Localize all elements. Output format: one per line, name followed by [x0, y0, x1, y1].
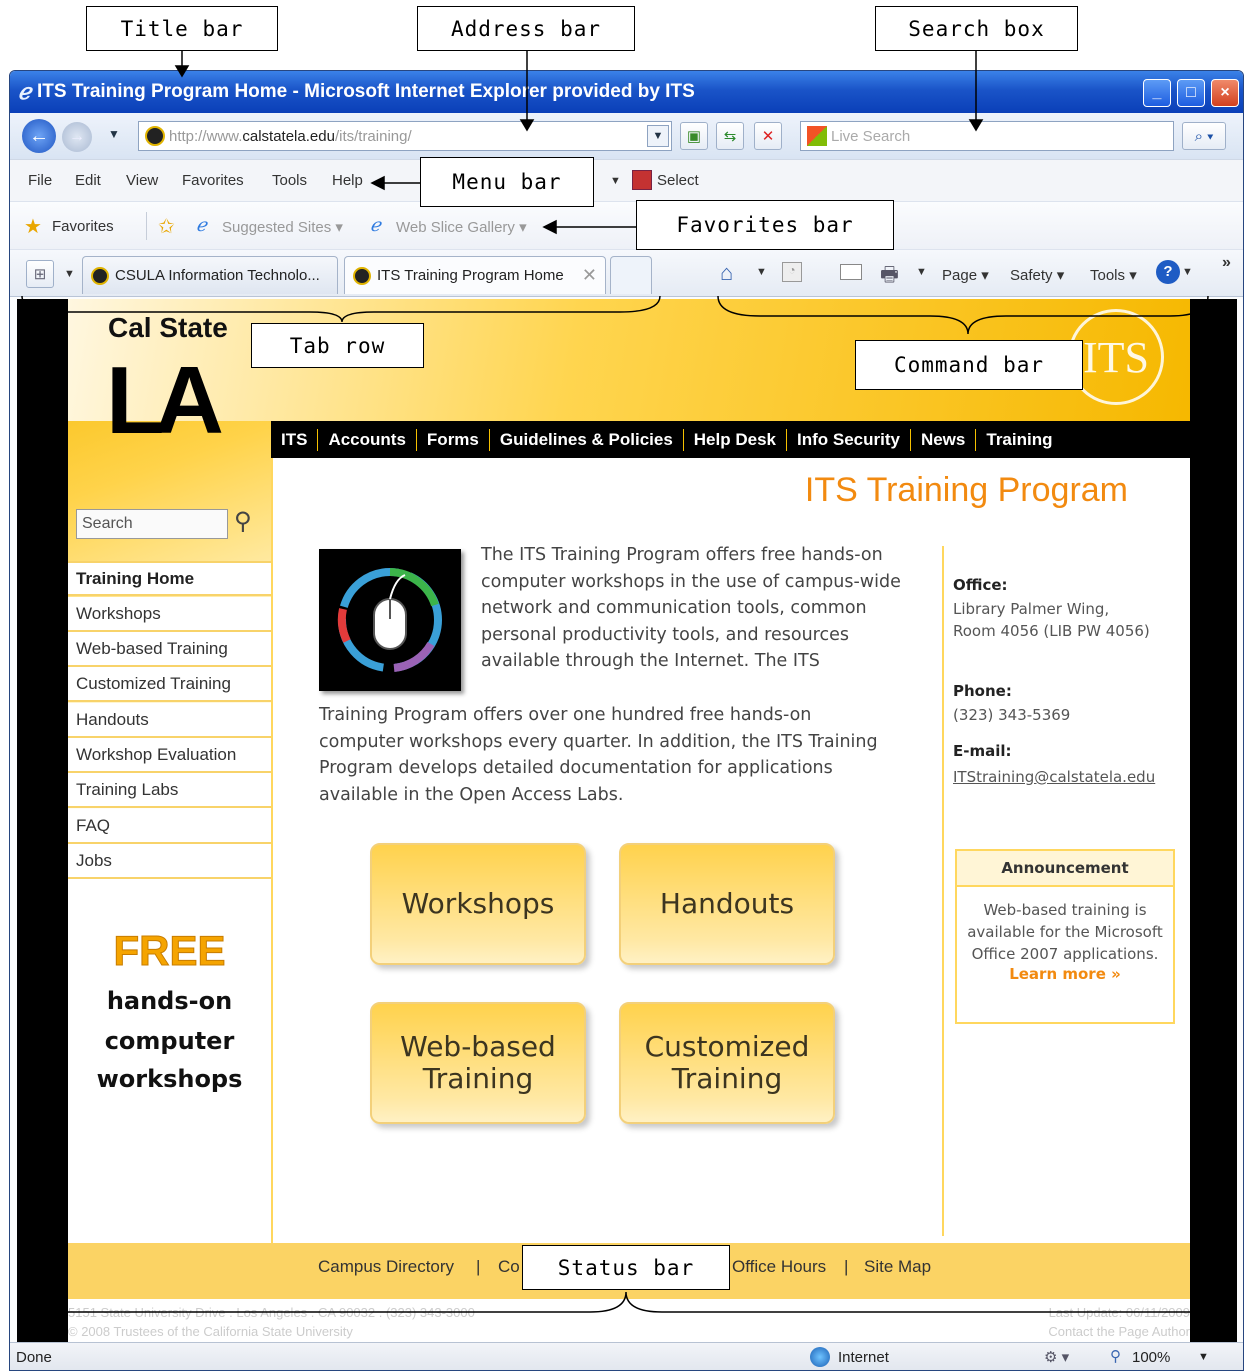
callout-favorites-bar: Favorites bar: [636, 200, 894, 250]
callout-status-bar: Status bar: [522, 1245, 730, 1290]
callout-title-bar: Title bar: [86, 6, 278, 51]
callout-command-bar: Command bar: [855, 340, 1083, 390]
callout-search-box: Search box: [875, 6, 1078, 51]
callout-tab-row: Tab row: [251, 323, 424, 368]
callout-address-bar: Address bar: [417, 6, 635, 51]
callout-menu-bar: Menu bar: [420, 157, 594, 207]
callout-connectors: [21, 51, 1233, 1332]
